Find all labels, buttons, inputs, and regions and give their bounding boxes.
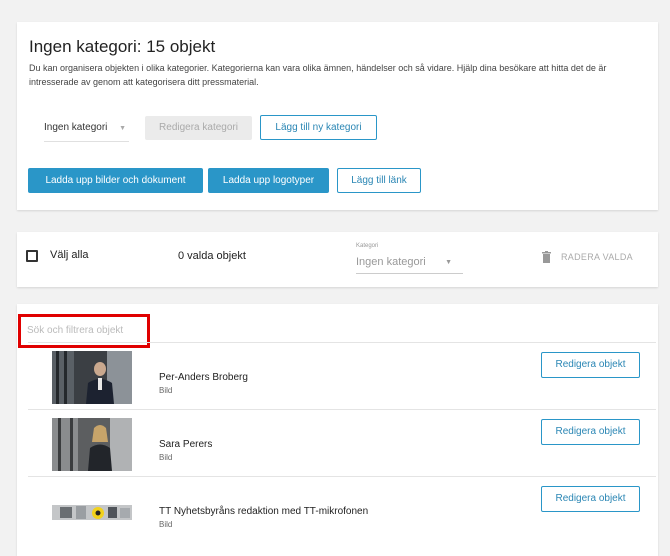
thumbnail-image — [52, 351, 132, 404]
item-type: Bild — [159, 453, 173, 462]
bulk-category-value: Ingen kategori — [356, 256, 426, 268]
item-name: TT Nyhetsbyråns redaktion med TT-mikrofo… — [159, 506, 369, 517]
list-item[interactable]: Sara Perers Bild Redigera objekt — [28, 409, 656, 476]
item-type: Bild — [159, 520, 173, 529]
edit-object-button[interactable]: Redigera objekt — [541, 486, 640, 512]
item-name: Sara Perers — [159, 439, 213, 450]
item-type: Bild — [159, 386, 173, 395]
edit-category-button[interactable]: Redigera kategori — [145, 116, 252, 140]
category-description: Du kan organisera objekten i olika kateg… — [29, 63, 607, 87]
selected-count: 0 valda objekt — [178, 250, 246, 262]
select-all-label[interactable]: Välj alla — [50, 249, 89, 261]
bulk-actions-bar: Välj alla 0 valda objekt Kategori Ingen … — [17, 232, 658, 287]
upload-logos-button[interactable]: Ladda upp logotyper — [208, 168, 329, 193]
list-item[interactable]: TT Nyhetsbyråns redaktion med TT-mikrofo… — [28, 476, 656, 543]
bulk-category-select[interactable]: Ingen kategori ▼ — [356, 256, 463, 274]
page-title: Ingen kategori: 15 objekt — [29, 37, 216, 56]
category-select[interactable]: Ingen kategori ▼ — [44, 120, 129, 142]
chevron-down-icon: ▼ — [445, 259, 452, 266]
item-name: Per-Anders Broberg — [159, 372, 248, 383]
thumbnail-image — [52, 418, 132, 471]
object-list-card: Sök och filtrera objekt Per-Anders Brobe… — [17, 304, 658, 556]
chevron-down-icon: ▼ — [119, 125, 126, 132]
list-item[interactable]: Per-Anders Broberg Bild Redigera objekt — [28, 342, 656, 409]
select-all-checkbox[interactable] — [26, 250, 38, 262]
upload-files-button[interactable]: Ladda upp bilder och dokument — [28, 168, 203, 193]
category-field-label: Kategori — [356, 243, 379, 249]
category-select-value: Ingen kategori — [44, 122, 108, 133]
add-link-button[interactable]: Lägg till länk — [337, 168, 421, 193]
trash-icon — [542, 251, 551, 263]
delete-selected-button[interactable]: RADERA VALDA — [561, 252, 633, 262]
category-card: Ingen kategori: 15 objekt Du kan organis… — [17, 22, 658, 210]
thumbnail-image — [52, 485, 132, 538]
edit-object-button[interactable]: Redigera objekt — [541, 419, 640, 445]
add-category-button[interactable]: Lägg till ny kategori — [260, 115, 377, 140]
edit-object-button[interactable]: Redigera objekt — [541, 352, 640, 378]
